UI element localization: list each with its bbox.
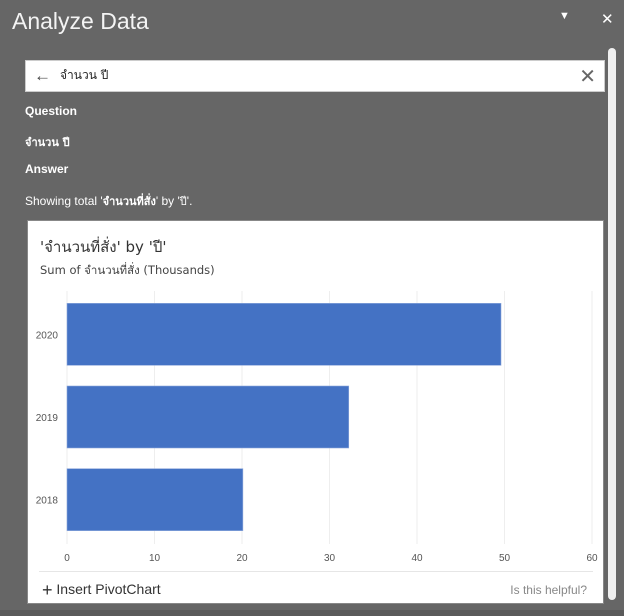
bar-2020: [66, 303, 502, 366]
close-icon[interactable]: ✕: [601, 10, 614, 28]
chart-title: 'จำนวนที่สั่ง' by 'ปี': [40, 238, 167, 256]
y-tick-label: 2020: [36, 330, 59, 341]
answer-suffix: '.: [186, 194, 193, 208]
answer-prefix: Showing total ': [25, 194, 103, 208]
answer-by: ปี: [179, 195, 187, 208]
bar-2018: [66, 468, 244, 531]
plus-icon: +: [42, 580, 53, 600]
x-tick-label: 20: [236, 553, 248, 564]
x-tick-label: 10: [149, 553, 161, 564]
x-tick-label: 30: [324, 553, 336, 564]
question-text: จำนวน ปี: [25, 136, 70, 149]
x-tick-label: 50: [499, 553, 511, 564]
is-this-helpful-link[interactable]: Is this helpful?: [510, 583, 587, 597]
bar-2019: [66, 385, 350, 449]
y-tick-label: 2019: [36, 413, 59, 424]
search-input[interactable]: [60, 68, 560, 82]
answer-card: 0 10 20 30 40 50 60 2020 2019 2018 'จำนวนที่สั่ง'…: [27, 220, 604, 604]
arrow-left-icon[interactable]: ←: [34, 66, 51, 86]
answer-text: Showing total 'จำนวนที่สั่ง' by 'ปี'.: [25, 192, 192, 210]
caret-down-icon[interactable]: ▼: [559, 10, 570, 22]
question-label: Question: [25, 104, 78, 118]
clear-icon[interactable]: ✕: [579, 64, 596, 89]
scrollbar[interactable]: [608, 48, 616, 600]
x-tick-label: 0: [64, 553, 70, 564]
x-tick-label: 40: [411, 553, 423, 564]
chart-subtitle: Sum of จำนวนที่สั่ง (Thousands): [40, 263, 215, 277]
bottom-edge: [0, 610, 624, 616]
divider: [39, 571, 593, 572]
x-tick-label: 60: [586, 553, 598, 564]
insert-label: Insert PivotChart: [56, 581, 161, 597]
answer-field: จำนวนที่สั่ง: [102, 195, 156, 208]
insert-pivotchart-button[interactable]: + Insert PivotChart: [42, 580, 161, 601]
panel-title: Analyze Data: [12, 8, 149, 34]
answer-mid: ' by ': [155, 194, 180, 208]
y-tick-label: 2018: [36, 496, 59, 507]
search-box: ← ✕: [25, 60, 605, 92]
answer-label: Answer: [25, 162, 69, 176]
